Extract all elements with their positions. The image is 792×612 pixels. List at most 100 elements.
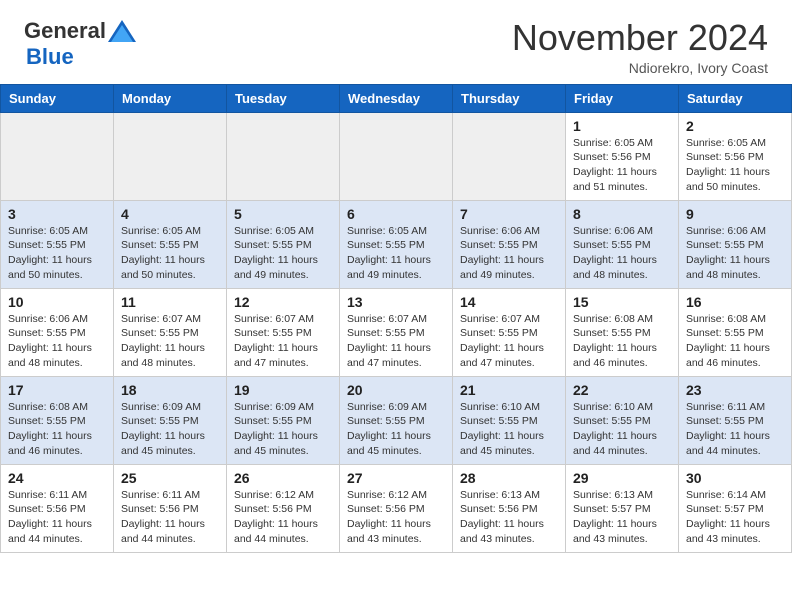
calendar-week-row: 10 Sunrise: 6:06 AMSunset: 5:55 PMDayligh… xyxy=(1,288,792,376)
day-info: Sunrise: 6:05 AMSunset: 5:55 PMDaylight:… xyxy=(234,224,332,283)
day-number: 16 xyxy=(686,294,784,310)
day-number: 1 xyxy=(573,118,671,134)
day-info: Sunrise: 6:06 AMSunset: 5:55 PMDaylight:… xyxy=(686,224,784,283)
col-header-tuesday: Tuesday xyxy=(227,84,340,112)
calendar-day-cell: 14Sunrise: 6:07 AMSunset: 5:55 PMDayligh… xyxy=(453,288,566,376)
calendar-day-cell: 6 Sunrise: 6:05 AMSunset: 5:55 PMDaylight… xyxy=(340,200,453,288)
day-number: 19 xyxy=(234,382,332,398)
day-info: Sunrise: 6:11 AMSunset: 5:56 PMDaylight:… xyxy=(121,488,219,547)
calendar-day-cell xyxy=(453,112,566,200)
day-info: Sunrise: 6:11 AMSunset: 5:56 PMDaylight:… xyxy=(8,488,106,547)
calendar-week-row: 24 Sunrise: 6:11 AMSunset: 5:56 PMDayligh… xyxy=(1,464,792,552)
day-info: Sunrise: 6:11 AMSunset: 5:55 PMDaylight:… xyxy=(686,400,784,459)
title-block: November 2024 Ndiorekro, Ivory Coast xyxy=(512,18,768,76)
day-number: 6 xyxy=(347,206,445,222)
col-header-wednesday: Wednesday xyxy=(340,84,453,112)
day-info: Sunrise: 6:13 AMSunset: 5:56 PMDaylight:… xyxy=(460,488,558,547)
day-info: Sunrise: 6:07 AMSunset: 5:55 PMDaylight:… xyxy=(347,312,445,371)
calendar-day-cell: 11 Sunrise: 6:07 AMSunset: 5:55 PMDayligh… xyxy=(114,288,227,376)
calendar-day-cell: 30Sunrise: 6:14 AMSunset: 5:57 PMDayligh… xyxy=(679,464,792,552)
day-info: Sunrise: 6:13 AMSunset: 5:57 PMDaylight:… xyxy=(573,488,671,547)
day-info: Sunrise: 6:06 AMSunset: 5:55 PMDaylight:… xyxy=(8,312,106,371)
day-info: Sunrise: 6:12 AMSunset: 5:56 PMDaylight:… xyxy=(234,488,332,547)
page-header: General Blue November 2024 Ndiorekro, Iv… xyxy=(0,0,792,84)
calendar-day-cell: 23 Sunrise: 6:11 AMSunset: 5:55 PMDayligh… xyxy=(679,376,792,464)
day-info: Sunrise: 6:05 AMSunset: 5:56 PMDaylight:… xyxy=(573,136,671,195)
day-number: 15 xyxy=(573,294,671,310)
logo-general: General xyxy=(24,18,106,44)
calendar-table: SundayMondayTuesdayWednesdayThursdayFrid… xyxy=(0,84,792,553)
calendar-header-row: SundayMondayTuesdayWednesdayThursdayFrid… xyxy=(1,84,792,112)
day-number: 28 xyxy=(460,470,558,486)
day-number: 3 xyxy=(8,206,106,222)
calendar-day-cell xyxy=(1,112,114,200)
day-number: 27 xyxy=(347,470,445,486)
calendar-day-cell: 16 Sunrise: 6:08 AMSunset: 5:55 PMDayligh… xyxy=(679,288,792,376)
day-info: Sunrise: 6:07 AMSunset: 5:55 PMDaylight:… xyxy=(460,312,558,371)
day-number: 8 xyxy=(573,206,671,222)
calendar-day-cell: 27 Sunrise: 6:12 AMSunset: 5:56 PMDayligh… xyxy=(340,464,453,552)
day-number: 17 xyxy=(8,382,106,398)
day-info: Sunrise: 6:06 AMSunset: 5:55 PMDaylight:… xyxy=(460,224,558,283)
day-info: Sunrise: 6:05 AMSunset: 5:55 PMDaylight:… xyxy=(8,224,106,283)
day-info: Sunrise: 6:14 AMSunset: 5:57 PMDaylight:… xyxy=(686,488,784,547)
day-number: 10 xyxy=(8,294,106,310)
calendar-day-cell xyxy=(114,112,227,200)
day-info: Sunrise: 6:07 AMSunset: 5:55 PMDaylight:… xyxy=(121,312,219,371)
day-number: 2 xyxy=(686,118,784,134)
calendar-day-cell xyxy=(340,112,453,200)
calendar-day-cell: 20 Sunrise: 6:09 AMSunset: 5:55 PMDayligh… xyxy=(340,376,453,464)
logo-blue: Blue xyxy=(26,44,74,70)
day-number: 22 xyxy=(573,382,671,398)
day-number: 18 xyxy=(121,382,219,398)
day-number: 25 xyxy=(121,470,219,486)
calendar-day-cell: 12 Sunrise: 6:07 AMSunset: 5:55 PMDayligh… xyxy=(227,288,340,376)
calendar-day-cell: 7Sunrise: 6:06 AMSunset: 5:55 PMDaylight… xyxy=(453,200,566,288)
calendar-day-cell: 26Sunrise: 6:12 AMSunset: 5:56 PMDayligh… xyxy=(227,464,340,552)
logo: General Blue xyxy=(24,18,136,70)
calendar-day-cell: 25 Sunrise: 6:11 AMSunset: 5:56 PMDayligh… xyxy=(114,464,227,552)
calendar-day-cell: 3 Sunrise: 6:05 AMSunset: 5:55 PMDaylight… xyxy=(1,200,114,288)
calendar-day-cell: 5 Sunrise: 6:05 AMSunset: 5:55 PMDaylight… xyxy=(227,200,340,288)
day-info: Sunrise: 6:08 AMSunset: 5:55 PMDaylight:… xyxy=(686,312,784,371)
month-title: November 2024 xyxy=(512,18,768,58)
day-number: 24 xyxy=(8,470,106,486)
day-number: 29 xyxy=(573,470,671,486)
day-number: 23 xyxy=(686,382,784,398)
day-number: 9 xyxy=(686,206,784,222)
calendar-day-cell: 9 Sunrise: 6:06 AMSunset: 5:55 PMDaylight… xyxy=(679,200,792,288)
col-header-monday: Monday xyxy=(114,84,227,112)
day-number: 11 xyxy=(121,294,219,310)
day-info: Sunrise: 6:05 AMSunset: 5:55 PMDaylight:… xyxy=(121,224,219,283)
day-info: Sunrise: 6:09 AMSunset: 5:55 PMDaylight:… xyxy=(121,400,219,459)
day-info: Sunrise: 6:07 AMSunset: 5:55 PMDaylight:… xyxy=(234,312,332,371)
calendar-day-cell: 21 Sunrise: 6:10 AMSunset: 5:55 PMDayligh… xyxy=(453,376,566,464)
calendar-day-cell: 10 Sunrise: 6:06 AMSunset: 5:55 PMDayligh… xyxy=(1,288,114,376)
logo-icon xyxy=(108,20,136,42)
day-info: Sunrise: 6:12 AMSunset: 5:56 PMDaylight:… xyxy=(347,488,445,547)
day-number: 5 xyxy=(234,206,332,222)
calendar-week-row: 1 Sunrise: 6:05 AMSunset: 5:56 PMDaylight… xyxy=(1,112,792,200)
calendar-day-cell: 18 Sunrise: 6:09 AMSunset: 5:55 PMDayligh… xyxy=(114,376,227,464)
calendar-day-cell: 8Sunrise: 6:06 AMSunset: 5:55 PMDaylight… xyxy=(566,200,679,288)
calendar-day-cell: 13 Sunrise: 6:07 AMSunset: 5:55 PMDayligh… xyxy=(340,288,453,376)
calendar-day-cell: 22 Sunrise: 6:10 AMSunset: 5:55 PMDayligh… xyxy=(566,376,679,464)
day-number: 13 xyxy=(347,294,445,310)
day-info: Sunrise: 6:05 AMSunset: 5:55 PMDaylight:… xyxy=(347,224,445,283)
day-info: Sunrise: 6:10 AMSunset: 5:55 PMDaylight:… xyxy=(573,400,671,459)
calendar-day-cell xyxy=(227,112,340,200)
day-number: 12 xyxy=(234,294,332,310)
calendar-day-cell: 4 Sunrise: 6:05 AMSunset: 5:55 PMDaylight… xyxy=(114,200,227,288)
calendar-day-cell: 1 Sunrise: 6:05 AMSunset: 5:56 PMDaylight… xyxy=(566,112,679,200)
day-info: Sunrise: 6:09 AMSunset: 5:55 PMDaylight:… xyxy=(234,400,332,459)
day-number: 4 xyxy=(121,206,219,222)
calendar-day-cell: 2Sunrise: 6:05 AMSunset: 5:56 PMDaylight… xyxy=(679,112,792,200)
day-info: Sunrise: 6:10 AMSunset: 5:55 PMDaylight:… xyxy=(460,400,558,459)
calendar-day-cell: 24 Sunrise: 6:11 AMSunset: 5:56 PMDayligh… xyxy=(1,464,114,552)
day-number: 21 xyxy=(460,382,558,398)
day-info: Sunrise: 6:08 AMSunset: 5:55 PMDaylight:… xyxy=(573,312,671,371)
day-info: Sunrise: 6:09 AMSunset: 5:55 PMDaylight:… xyxy=(347,400,445,459)
day-number: 20 xyxy=(347,382,445,398)
calendar-day-cell: 28 Sunrise: 6:13 AMSunset: 5:56 PMDayligh… xyxy=(453,464,566,552)
col-header-saturday: Saturday xyxy=(679,84,792,112)
